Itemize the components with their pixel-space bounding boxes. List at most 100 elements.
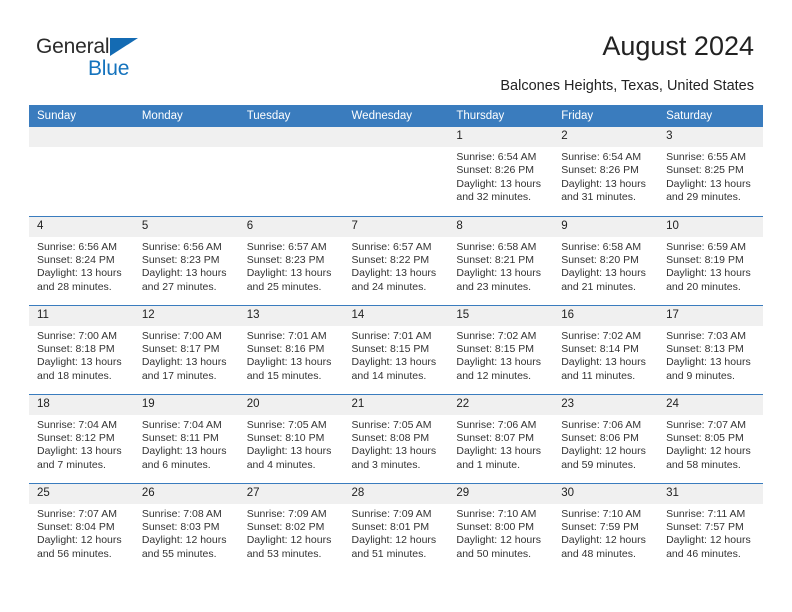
day-cell[interactable]: 28 Sunrise: 7:09 AM Sunset: 8:01 PM Dayl… (343, 482, 449, 572)
daylight-text-line2: and 32 minutes. (456, 191, 532, 204)
day-cell[interactable]: 21 Sunrise: 7:05 AM Sunset: 8:08 PM Dayl… (343, 393, 449, 483)
daylight-text-line1: Daylight: 12 hours (141, 534, 227, 547)
day-cell[interactable]: 27 Sunrise: 7:09 AM Sunset: 8:02 PM Dayl… (238, 482, 344, 572)
page-subtitle: Balcones Heights, Texas, United States (500, 78, 754, 94)
day-cell[interactable]: 26 Sunrise: 7:08 AM Sunset: 8:03 PM Dayl… (133, 482, 239, 572)
daylight-text-line2: and 14 minutes. (351, 369, 427, 382)
daylight-text-line2: and 6 minutes. (141, 458, 211, 471)
day-cell[interactable]: 4 Sunrise: 6:56 AM Sunset: 8:24 PM Dayli… (29, 215, 134, 305)
day-number: 25 (29, 483, 134, 504)
calendar-body: 1 Sunrise: 6:54 AM Sunset: 8:26 PM Dayli… (29, 127, 763, 572)
sunrise-text: Sunrise: 7:05 AM (246, 418, 327, 431)
day-details: Sunrise: 7:05 AM Sunset: 8:08 PM Dayligh… (344, 415, 449, 473)
daylight-text-line1: Daylight: 12 hours (456, 534, 542, 547)
day-cell[interactable]: 25 Sunrise: 7:07 AM Sunset: 8:04 PM Dayl… (29, 482, 134, 572)
day-cell[interactable]: 15 Sunrise: 7:02 AM Sunset: 8:15 PM Dayl… (448, 304, 554, 394)
daylight-text-line2: and 18 minutes. (37, 369, 112, 382)
daylight-text-line2: and 51 minutes. (351, 547, 427, 560)
day-cell[interactable]: 29 Sunrise: 7:10 AM Sunset: 8:00 PM Dayl… (448, 482, 554, 572)
day-details: Sunrise: 6:57 AM Sunset: 8:22 PM Dayligh… (344, 237, 449, 295)
calendar-head: Sunday Monday Tuesday Wednesday Thursday… (29, 105, 763, 127)
day-cell[interactable]: 14 Sunrise: 7:01 AM Sunset: 8:15 PM Dayl… (343, 304, 449, 394)
day-details: Sunrise: 7:07 AM Sunset: 8:04 PM Dayligh… (29, 504, 134, 562)
daylight-text-line1: Daylight: 13 hours (456, 356, 542, 369)
day-number: 14 (343, 305, 449, 326)
daylight-text-line2: and 24 minutes. (351, 280, 427, 293)
daylight-text-line1: Daylight: 12 hours (351, 534, 437, 547)
daylight-text-line1: Daylight: 12 hours (666, 534, 751, 547)
day-cell[interactable]: 18 Sunrise: 7:04 AM Sunset: 8:12 PM Dayl… (29, 393, 134, 483)
day-cell[interactable]: 8 Sunrise: 6:58 AM Sunset: 8:21 PM Dayli… (448, 215, 554, 305)
daylight-text-line1: Daylight: 13 hours (666, 267, 751, 280)
daylight-text-line2: and 56 minutes. (37, 547, 112, 560)
logo-triangle-icon (110, 38, 138, 56)
day-cell[interactable]: 20 Sunrise: 7:05 AM Sunset: 8:10 PM Dayl… (238, 393, 344, 483)
weekday-header-saturday: Saturday (658, 105, 763, 127)
day-cell[interactable]: 11 Sunrise: 7:00 AM Sunset: 8:18 PM Dayl… (29, 304, 134, 394)
sunrise-text: Sunrise: 6:57 AM (246, 240, 327, 253)
weekday-header-sunday: Sunday (29, 105, 134, 127)
day-cell[interactable]: 1 Sunrise: 6:54 AM Sunset: 8:26 PM Dayli… (448, 127, 554, 216)
day-cell[interactable]: 24 Sunrise: 7:07 AM Sunset: 8:05 PM Dayl… (658, 393, 763, 483)
day-number: 1 (448, 127, 554, 147)
daylight-text-line2: and 55 minutes. (141, 547, 217, 560)
sunset-text: Sunset: 8:07 PM (456, 431, 535, 444)
sunset-text: Sunset: 8:25 PM (666, 164, 744, 177)
day-cell[interactable]: 17 Sunrise: 7:03 AM Sunset: 8:13 PM Dayl… (658, 304, 763, 394)
sunset-text: Sunset: 8:26 PM (561, 164, 639, 177)
day-details: Sunrise: 6:54 AM Sunset: 8:26 PM Dayligh… (553, 147, 658, 205)
day-details: Sunrise: 6:56 AM Sunset: 8:24 PM Dayligh… (29, 237, 134, 295)
daylight-text-line1: Daylight: 13 hours (141, 356, 227, 369)
day-details: Sunrise: 7:02 AM Sunset: 8:15 PM Dayligh… (448, 326, 553, 384)
sunset-text: Sunset: 8:02 PM (246, 520, 325, 533)
general-blue-logo[interactable]: General Blue (36, 36, 216, 80)
daylight-text-line2: and 58 minutes. (666, 458, 741, 471)
day-cell[interactable]: 9 Sunrise: 6:58 AM Sunset: 8:20 PM Dayli… (553, 215, 659, 305)
day-cell-empty (29, 127, 134, 216)
sunrise-text: Sunrise: 7:07 AM (37, 507, 117, 520)
sunrise-text: Sunrise: 7:10 AM (456, 507, 537, 520)
daylight-text-line2: and 27 minutes. (141, 280, 217, 293)
day-cell[interactable]: 31 Sunrise: 7:11 AM Sunset: 7:57 PM Dayl… (658, 482, 763, 572)
sunset-text: Sunset: 8:23 PM (246, 253, 325, 266)
day-cell[interactable]: 6 Sunrise: 6:57 AM Sunset: 8:23 PM Dayli… (238, 215, 344, 305)
day-cell[interactable]: 12 Sunrise: 7:00 AM Sunset: 8:17 PM Dayl… (133, 304, 239, 394)
day-cell[interactable]: 3 Sunrise: 6:55 AM Sunset: 8:25 PM Dayli… (658, 127, 763, 216)
daylight-text-line1: Daylight: 13 hours (351, 445, 437, 458)
day-cell[interactable]: 22 Sunrise: 7:06 AM Sunset: 8:07 PM Dayl… (448, 393, 554, 483)
day-details: Sunrise: 7:09 AM Sunset: 8:02 PM Dayligh… (239, 504, 344, 562)
day-number: 2 (553, 127, 659, 147)
day-number: 10 (658, 216, 763, 237)
day-cell[interactable]: 16 Sunrise: 7:02 AM Sunset: 8:14 PM Dayl… (553, 304, 659, 394)
day-number: 29 (448, 483, 554, 504)
day-cell[interactable]: 19 Sunrise: 7:04 AM Sunset: 8:11 PM Dayl… (133, 393, 239, 483)
sunrise-text: Sunrise: 7:01 AM (351, 329, 432, 342)
day-cell[interactable]: 13 Sunrise: 7:01 AM Sunset: 8:16 PM Dayl… (238, 304, 344, 394)
day-cell[interactable]: 7 Sunrise: 6:57 AM Sunset: 8:22 PM Dayli… (343, 215, 449, 305)
calendar-week-row: 18 Sunrise: 7:04 AM Sunset: 8:12 PM Dayl… (29, 393, 763, 483)
daylight-text-line1: Daylight: 12 hours (37, 534, 122, 547)
day-details: Sunrise: 6:55 AM Sunset: 8:25 PM Dayligh… (658, 147, 763, 205)
day-cell[interactable]: 23 Sunrise: 7:06 AM Sunset: 8:06 PM Dayl… (553, 393, 659, 483)
sunset-text: Sunset: 8:14 PM (561, 342, 639, 355)
daylight-text-line2: and 59 minutes. (561, 458, 636, 471)
daylight-text-line2: and 25 minutes. (246, 280, 322, 293)
day-cell[interactable]: 30 Sunrise: 7:10 AM Sunset: 7:59 PM Dayl… (553, 482, 659, 572)
sunset-text: Sunset: 8:21 PM (456, 253, 535, 266)
day-details: Sunrise: 7:10 AM Sunset: 7:59 PM Dayligh… (553, 504, 658, 562)
day-details: Sunrise: 7:01 AM Sunset: 8:16 PM Dayligh… (239, 326, 344, 384)
day-number: 4 (29, 216, 134, 237)
daylight-text-line1: Daylight: 13 hours (246, 267, 332, 280)
day-details: Sunrise: 7:04 AM Sunset: 8:11 PM Dayligh… (134, 415, 239, 473)
day-number: 13 (238, 305, 344, 326)
sunrise-text: Sunrise: 7:05 AM (351, 418, 432, 431)
daylight-text-line1: Daylight: 13 hours (141, 445, 227, 458)
day-cell[interactable]: 5 Sunrise: 6:56 AM Sunset: 8:23 PM Dayli… (133, 215, 239, 305)
day-number: 28 (343, 483, 449, 504)
sunrise-text: Sunrise: 7:07 AM (666, 418, 747, 431)
day-cell[interactable]: 10 Sunrise: 6:59 AM Sunset: 8:19 PM Dayl… (658, 215, 763, 305)
daylight-text-line2: and 50 minutes. (456, 547, 532, 560)
daylight-text-line1: Daylight: 13 hours (456, 177, 542, 190)
day-cell[interactable]: 2 Sunrise: 6:54 AM Sunset: 8:26 PM Dayli… (553, 127, 659, 216)
day-number: 7 (343, 216, 449, 237)
